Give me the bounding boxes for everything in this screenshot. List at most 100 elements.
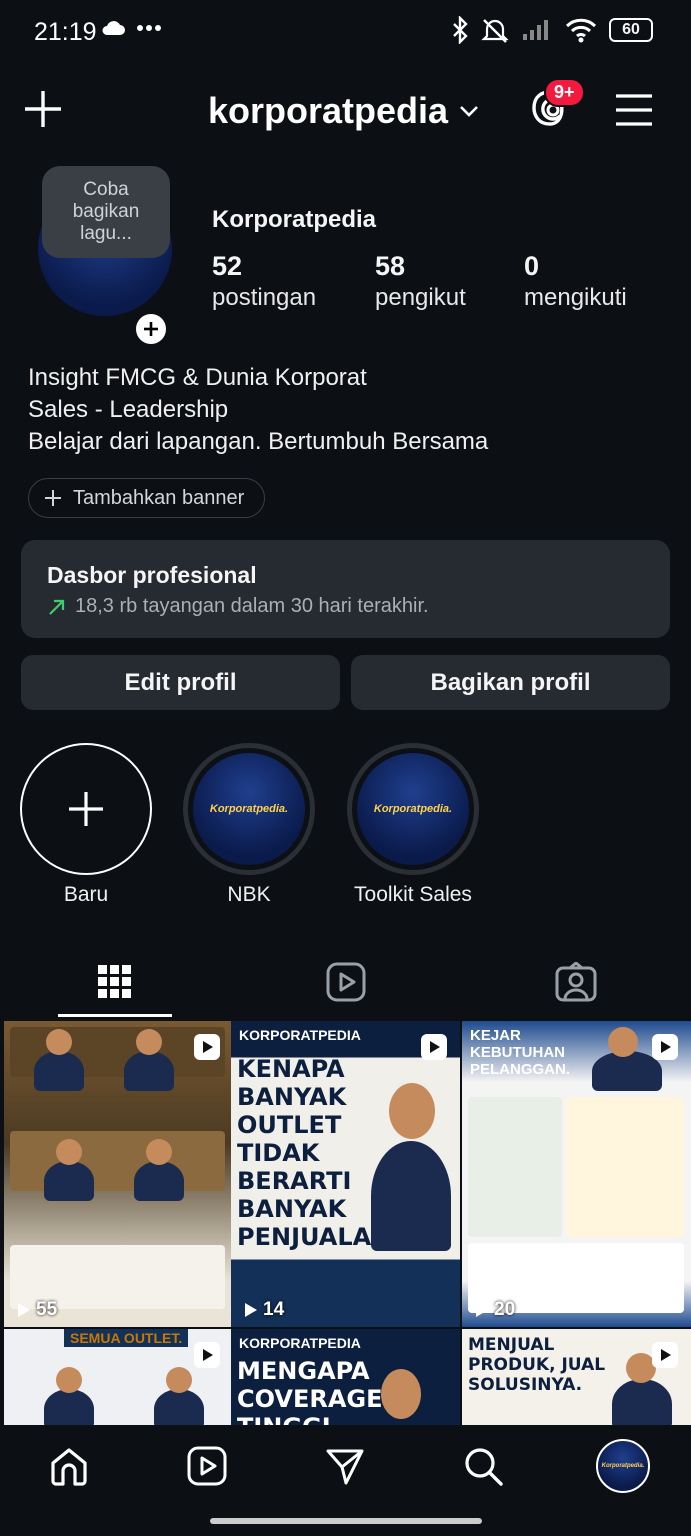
send-icon (326, 1449, 364, 1485)
plus-icon (69, 792, 103, 826)
tile-header: KORPORATPEDIA (239, 1027, 361, 1043)
professional-dashboard[interactable]: Dasbor profesional 18,3 rb tayangan dala… (21, 540, 670, 638)
highlight-new-circle (20, 743, 152, 875)
plus-icon (45, 490, 61, 506)
highlight-label: Baru (63, 883, 109, 906)
grid-post[interactable]: SEMUA OUTLET. (4, 1329, 233, 1425)
wifi-icon (565, 18, 597, 43)
tab-reels[interactable] (316, 952, 376, 1012)
username: korporatpedia (208, 90, 449, 131)
tile-headline: MENGAPA COVERAGE TINGGI (237, 1357, 383, 1425)
stat-value: 58 (375, 251, 406, 281)
mute-icon (481, 19, 509, 43)
share-profile-label: Bagikan profil (430, 668, 591, 696)
nav-search[interactable] (460, 1443, 506, 1489)
highlight-nbk[interactable]: Korporatpedia. NBK (183, 743, 315, 907)
tile-header: SEMUA OUTLET. (64, 1329, 189, 1347)
reel-icon (652, 1342, 678, 1368)
plus-icon (144, 322, 158, 336)
view-count-value: 55 (36, 1299, 58, 1320)
nav-messages[interactable] (322, 1443, 368, 1489)
battery-icon: 60 (609, 18, 653, 42)
highlight-cover: Korporatpedia. (347, 743, 479, 875)
chevron-down-icon (460, 106, 478, 117)
tagged-person-icon (555, 962, 597, 1002)
tile-headline: MENJUAL PRODUK, JUAL SOLUSINYA. (468, 1335, 606, 1395)
grid-post[interactable]: 55 (4, 1021, 233, 1327)
dashboard-title: Dasbor profesional (47, 562, 257, 588)
tab-tagged[interactable] (546, 952, 606, 1012)
bottom-navigation: Korporatpedia. (0, 1425, 691, 1536)
reel-icon (652, 1034, 678, 1060)
grid-post[interactable]: KORPORATPEDIA MENGAPA COVERAGE TINGGI (231, 1329, 460, 1425)
notification-badge: 9+ (544, 78, 585, 107)
battery-level: 60 (622, 21, 640, 38)
view-count: 14 (241, 1299, 284, 1321)
edit-profile-label: Edit profil (124, 668, 237, 696)
stat-followers[interactable]: 58 pengikut (375, 250, 466, 314)
account-switcher[interactable]: korporatpedia (208, 90, 480, 132)
bio-line: Belajar dari lapangan. Bertumbuh Bersama (28, 428, 489, 455)
share-profile-button[interactable]: Bagikan profil (351, 655, 670, 710)
stat-value: 0 (524, 251, 540, 281)
search-icon (465, 1448, 503, 1486)
profile-tabs (0, 944, 691, 1018)
highlight-cover: Korporatpedia. (183, 743, 315, 875)
play-count-icon (476, 1303, 488, 1317)
home-icon (51, 1448, 87, 1486)
gesture-home-indicator (210, 1518, 482, 1524)
create-button[interactable] (22, 88, 64, 130)
dashboard-subtitle: 18,3 rb tayangan dalam 30 hari terakhir. (47, 595, 644, 618)
trend-up-icon (49, 599, 65, 615)
grid-post[interactable]: KORPORATPEDIA KENAPA BANYAK OUTLET TIDAK… (231, 1021, 460, 1327)
cloud-icon (102, 21, 125, 35)
reel-icon (194, 1034, 220, 1060)
plus-icon (25, 91, 61, 127)
bio-line: Insight FMCG & Dunia Korporat (28, 364, 367, 391)
stat-posts[interactable]: 52 postingan (212, 250, 316, 314)
nav-avatar-text: Korporatpedia. (601, 1463, 645, 1469)
note-bubble[interactable]: Coba bagikan lagu... (42, 166, 170, 258)
edit-profile-button[interactable]: Edit profil (21, 655, 340, 710)
post-grid: 55 KORPORATPEDIA KENAPA BANYAK OUTLET TI… (0, 1021, 691, 1425)
stat-following[interactable]: 0 mengikuti (524, 250, 627, 314)
reels-icon (326, 962, 366, 1002)
status-right-icons: 60 (451, 16, 653, 44)
highlight-toolkit-sales[interactable]: Korporatpedia. Toolkit Sales (347, 743, 479, 907)
nav-reels[interactable] (184, 1443, 230, 1489)
play-count-icon (18, 1303, 30, 1317)
hamburger-menu-icon (616, 94, 652, 126)
more-dots-icon (137, 25, 161, 31)
grid-post[interactable]: MENJUAL PRODUK, JUAL SOLUSINYA. (462, 1329, 691, 1425)
dashboard-views-text: 18,3 rb tayangan dalam 30 hari terakhir. (75, 595, 429, 617)
grid-post[interactable]: KEJAR KEBUTUHAN PELANGGAN. 20 (462, 1021, 691, 1327)
note-text: Coba bagikan lagu... (72, 179, 140, 244)
nav-profile-avatar[interactable]: Korporatpedia. (596, 1439, 650, 1493)
add-banner-button[interactable]: Tambahkan banner (28, 478, 266, 518)
reel-icon (194, 1342, 220, 1368)
tab-posts[interactable] (85, 952, 145, 1012)
grid-icon (98, 965, 131, 998)
display-name: Korporatpedia (212, 206, 377, 233)
add-story-button[interactable] (132, 310, 170, 348)
stat-label: mengikuti (524, 284, 627, 311)
status-left-icons (100, 18, 162, 38)
menu-button[interactable] (614, 92, 654, 128)
highlight-cover-text: Korporatpedia. (209, 803, 289, 815)
view-count-value: 14 (263, 1299, 285, 1320)
highlight-label: NBK (227, 883, 271, 906)
tile-header: KEJAR KEBUTUHAN PELANGGAN. (470, 1027, 571, 1078)
active-tab-indicator (58, 1014, 172, 1017)
bio-line: Sales - Leadership (28, 396, 229, 423)
signal-icon (523, 20, 548, 40)
add-banner-label: Tambahkan banner (73, 486, 245, 509)
tile-header: KORPORATPEDIA (239, 1335, 361, 1351)
nav-home[interactable] (46, 1443, 92, 1489)
view-count: 20 (472, 1299, 515, 1321)
highlight-label: Toolkit Sales (354, 883, 472, 906)
bluetooth-icon (453, 16, 468, 44)
highlight-new[interactable]: Baru (20, 743, 152, 907)
reels-icon (187, 1446, 227, 1486)
stat-label: postingan (212, 284, 317, 311)
top-header: korporatpedia 9+ (0, 78, 691, 142)
